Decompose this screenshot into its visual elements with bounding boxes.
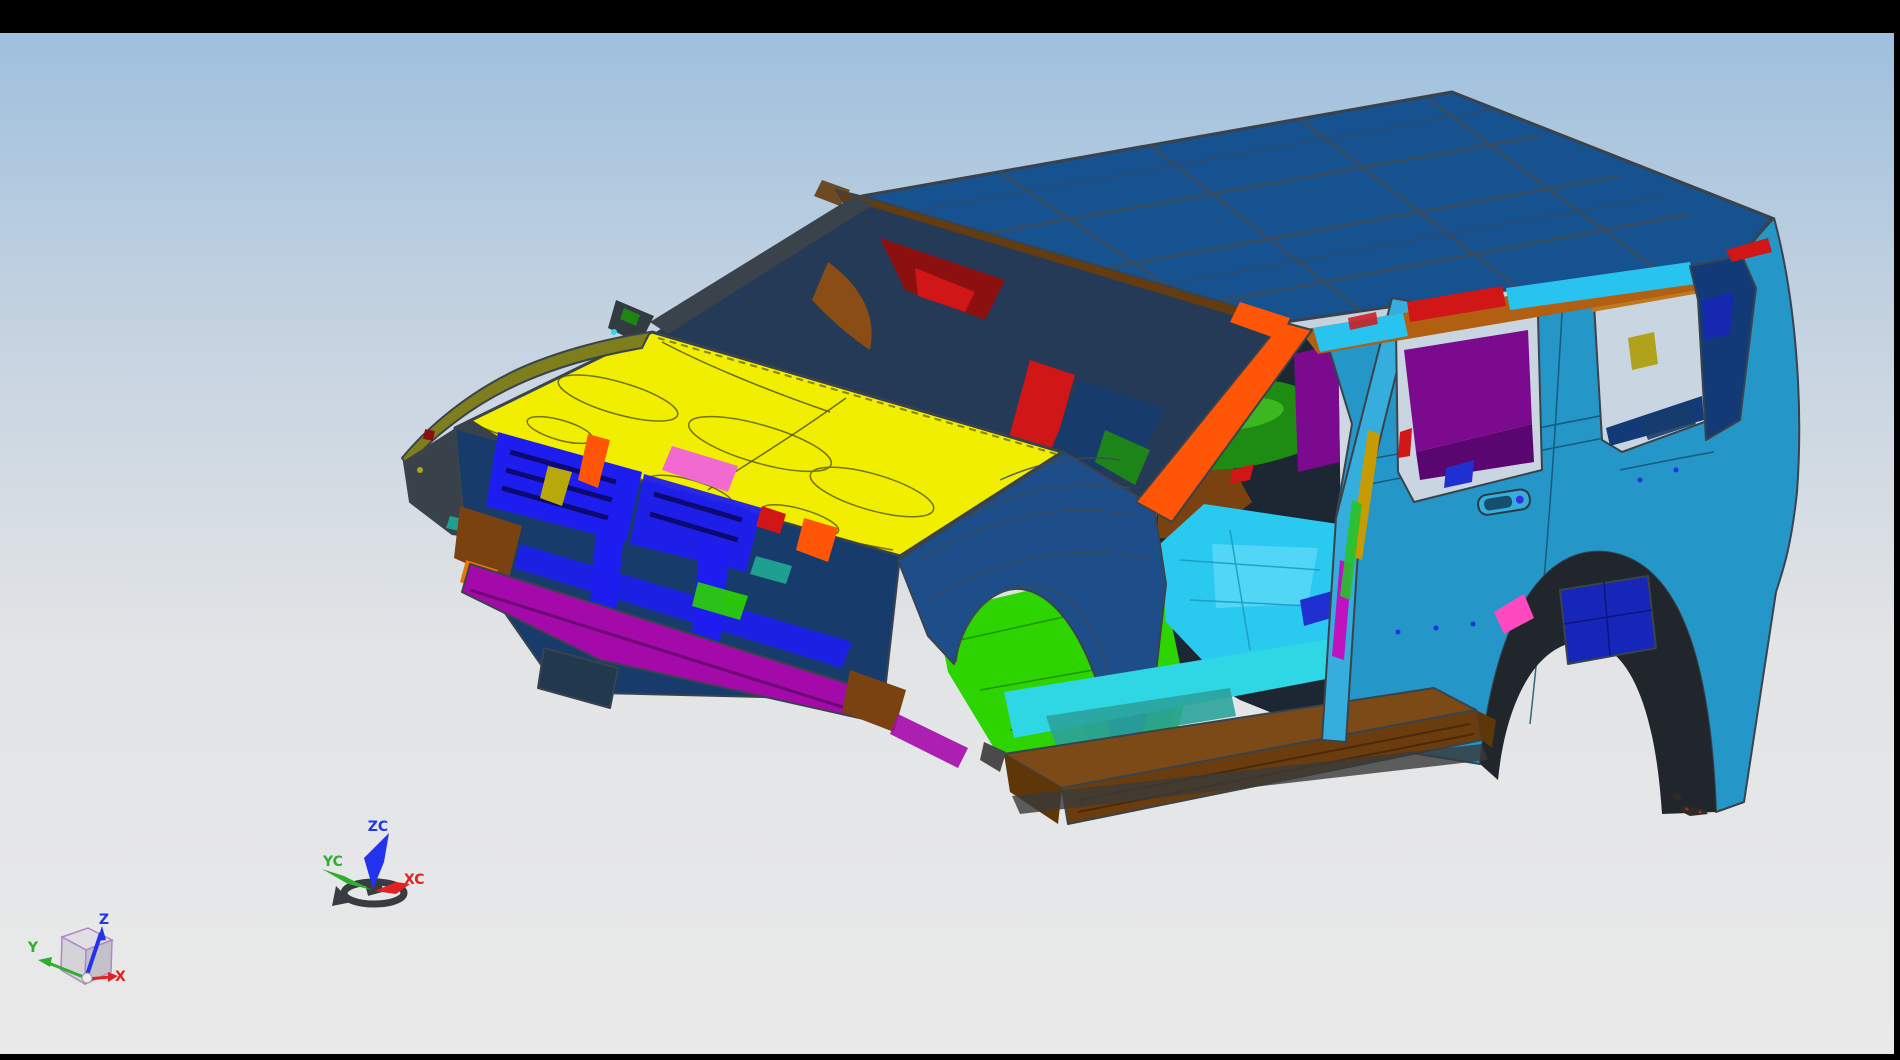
fender-olive-dot [417,467,423,473]
quarter-window-bracket[interactable] [1628,332,1658,370]
wcs-z-label: ZC [368,819,388,835]
debris-red-dot [1686,808,1689,811]
quarter-window[interactable] [1590,282,1710,452]
graphics-window: ZC YC XC Z Y X [0,0,1900,1060]
frame-bar-top [0,0,1900,33]
frame-bar-right [1894,0,1900,1060]
wcs-y-label: YC [322,854,343,870]
debris-red-dot-2 [1699,811,1702,814]
fender-red-chip [423,429,435,441]
frame-bar-bottom [0,1054,1900,1060]
view-y-label: Y [27,940,39,956]
view-z-label: Z [99,912,109,928]
mount-cyan-dot [611,329,617,335]
window-red-sliver [1398,428,1412,458]
view-x-label: X [115,969,126,985]
view-origin-ball [82,973,92,983]
cad-viewport-window: ZC YC XC Z Y X [0,0,1900,1060]
floor-highlight [1212,544,1318,608]
wcs-x-label: XC [404,872,425,888]
d-pillar-blue-patch [1702,292,1734,340]
